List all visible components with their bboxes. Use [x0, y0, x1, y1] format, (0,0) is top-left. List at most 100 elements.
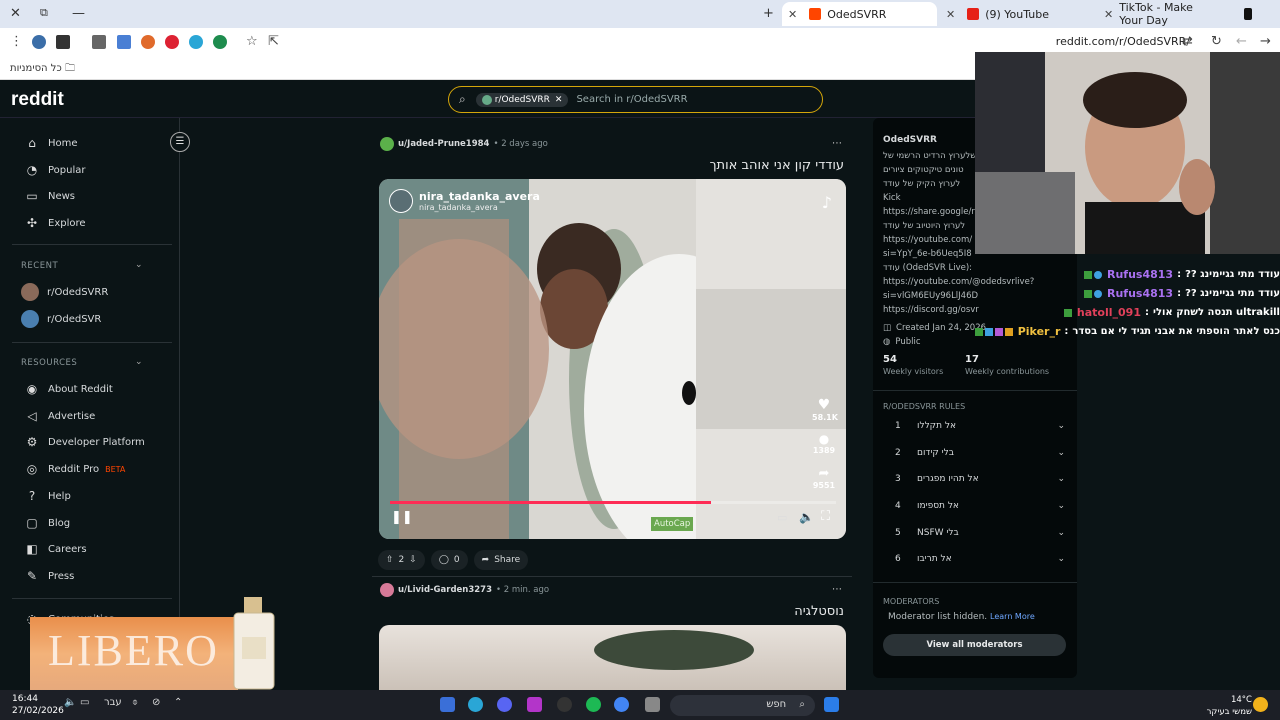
tab-reddit[interactable]: ✕ OdedSVRR [782, 2, 937, 26]
extensions-puzzle-icon[interactable] [92, 35, 106, 49]
rule-item[interactable]: 1 אל תקללו ⌄ [895, 421, 1065, 431]
close-tab-icon[interactable]: ✕ [788, 8, 797, 21]
more-options-icon[interactable]: ⋯ [832, 584, 842, 595]
new-tab-icon[interactable]: + [763, 6, 774, 21]
search-input[interactable]: Search in r/OdedSVRR [576, 94, 687, 105]
fullscreen-icon[interactable]: ⛶ [821, 509, 830, 524]
rule-item[interactable]: 4 אל תספימו ⌄ [895, 501, 1065, 511]
rule-item[interactable]: 6 אל תריבו ⌄ [895, 554, 1065, 564]
share-button[interactable]: ➦ Share [473, 550, 529, 570]
address-bar[interactable]: reddit.com/r/OdedSVRR/ [1056, 35, 1190, 48]
menu-dots-icon[interactable]: ⋮ [10, 34, 23, 49]
chevron-down-icon: ⌄ [1057, 448, 1065, 458]
language-indicator[interactable]: עבר [104, 697, 122, 708]
post-author[interactable]: u/Jaded-Prune1984 [398, 139, 489, 149]
forward-icon[interactable]: ← [1236, 34, 1247, 49]
extension-icon[interactable] [165, 35, 179, 49]
view-all-moderators-button[interactable]: View all moderators [883, 634, 1066, 656]
comment-counter[interactable]: ● 1389 [812, 432, 836, 455]
chevron-down-icon[interactable]: ⌄ [135, 357, 143, 367]
learn-more-link[interactable]: Learn More [990, 612, 1035, 621]
bookmark-star-icon[interactable]: ☆ [246, 34, 258, 49]
more-options-icon[interactable]: ⋯ [832, 138, 842, 149]
recent-item[interactable]: r/OdedSVR [21, 310, 101, 328]
comments-button[interactable]: ◯ 0 [430, 550, 468, 570]
upvote-icon[interactable]: ⇧ [386, 555, 394, 565]
share-counter[interactable]: ➦ 9551 [812, 466, 836, 490]
video-player[interactable]: nira_tadanka_avera nira_tadanka_avera ♪ … [379, 179, 846, 539]
volume-icon[interactable]: 🔈 [799, 510, 814, 524]
app-icon[interactable] [440, 697, 455, 712]
minimize-window-icon[interactable]: — [72, 6, 85, 21]
close-tab-icon[interactable]: ✕ [946, 8, 955, 21]
post-title[interactable]: נוסטלגיה [794, 604, 844, 619]
extension-icon[interactable] [32, 35, 46, 49]
restore-window-icon[interactable]: ⧉ [40, 6, 48, 20]
all-bookmarks-link[interactable]: כל הסימניות 🗀 [10, 61, 75, 78]
rule-item[interactable]: 2 בלי קידום ⌄ [895, 448, 1065, 458]
beta-badge: BETA [105, 464, 126, 474]
tab-youtube[interactable]: ✕ (9) YouTube [940, 2, 1095, 26]
app-icon[interactable] [527, 697, 542, 712]
search-bar[interactable]: ⌕ r/OdedSVRR ✕ Search in r/OdedSVRR [448, 86, 823, 113]
pause-icon[interactable]: ❚❚ [391, 510, 413, 525]
back-icon[interactable]: → [1260, 34, 1271, 49]
recent-item[interactable]: r/OdedSVRR [21, 283, 108, 301]
file-explorer-icon[interactable] [645, 697, 660, 712]
taskbar-search[interactable]: ⌕ חפש [670, 695, 815, 716]
resource-help[interactable]: ? Help [25, 489, 71, 503]
progress-track[interactable] [390, 501, 836, 504]
rule-item[interactable]: 5 בלי NSFW ⌄ [895, 528, 1065, 538]
discord-icon[interactable] [497, 697, 512, 712]
close-tab-icon[interactable]: ✕ [1104, 8, 1113, 21]
rule-item[interactable]: 3 אל תהיו מפגרים ⌄ [895, 474, 1065, 484]
extension-icon[interactable] [213, 35, 227, 49]
clock[interactable]: 16:44 27/02/2026 [12, 693, 64, 717]
close-window-icon[interactable]: ✕ [10, 6, 21, 21]
speaker-icon[interactable]: 🔈 [64, 697, 76, 708]
resource-blog[interactable]: ▢ Blog [25, 516, 70, 530]
nav-explore[interactable]: ✣ Explore [25, 216, 86, 230]
nav-news[interactable]: ▭ News [25, 189, 75, 203]
microphone-icon[interactable]: ⌽ [132, 697, 138, 708]
extension-icon[interactable] [141, 35, 155, 49]
resource-careers[interactable]: ◧ Careers [25, 542, 86, 556]
like-counter[interactable]: ♥ 58.1K [812, 397, 838, 422]
extension-icon[interactable] [56, 35, 70, 49]
comment-bubble-icon: ● [818, 432, 830, 446]
resource-developer[interactable]: ⚙ Developer Platform [25, 435, 145, 449]
chip-close-icon[interactable]: ✕ [555, 95, 563, 105]
resource-about[interactable]: ◉ About Reddit [25, 382, 113, 396]
extension-icon[interactable] [117, 35, 131, 49]
nav-popular[interactable]: ◔ Popular [25, 163, 86, 177]
post-author[interactable]: u/Livid-Garden3273 [398, 585, 492, 595]
network-icon[interactable]: ▭ [80, 697, 89, 708]
post-media[interactable] [379, 625, 846, 695]
post-title[interactable]: עודדי קון אני אוהב אותך [710, 158, 844, 173]
windows-start-icon[interactable] [824, 697, 839, 712]
extension-icon[interactable] [189, 35, 203, 49]
chrome-icon[interactable] [614, 697, 629, 712]
spotify-icon[interactable] [586, 697, 601, 712]
captions-icon[interactable]: ▭ [777, 511, 787, 524]
weather-widget[interactable]: 14°C שמשי בעיקר [1207, 694, 1252, 718]
downvote-icon[interactable]: ⇩ [409, 555, 417, 565]
telegram-icon[interactable] [468, 697, 483, 712]
site-settings-icon[interactable]: ⇄ [1182, 34, 1193, 49]
resource-advertise[interactable]: ◁ Advertise [25, 409, 95, 423]
post-card[interactable]: u/Livid-Garden3273 • 2 min. ago ⋯ נוסטלג… [372, 580, 852, 695]
collapse-nav-button[interactable]: ☰ [170, 132, 190, 152]
resource-press[interactable]: ✎ Press [25, 569, 74, 583]
tab-tiktok[interactable]: ✕ TikTok - Make Your Day [1098, 1, 1258, 27]
page-action-icon[interactable]: ⇱ [268, 34, 279, 49]
reddit-logo[interactable]: reddit [11, 89, 64, 111]
nav-home[interactable]: ⌂ Home [25, 136, 77, 150]
app-icon[interactable] [557, 697, 572, 712]
resource-reddit-pro[interactable]: ◎ Reddit Pro BETA [25, 462, 126, 476]
subreddit-chip[interactable]: r/OdedSVRR ✕ [475, 92, 569, 107]
sun-icon[interactable] [1253, 697, 1268, 712]
tray-icon[interactable]: ⊘ [152, 697, 160, 708]
chevron-up-icon[interactable]: ⌃ [174, 697, 182, 708]
reload-icon[interactable]: ↻ [1211, 34, 1222, 49]
chevron-down-icon[interactable]: ⌄ [135, 260, 143, 270]
